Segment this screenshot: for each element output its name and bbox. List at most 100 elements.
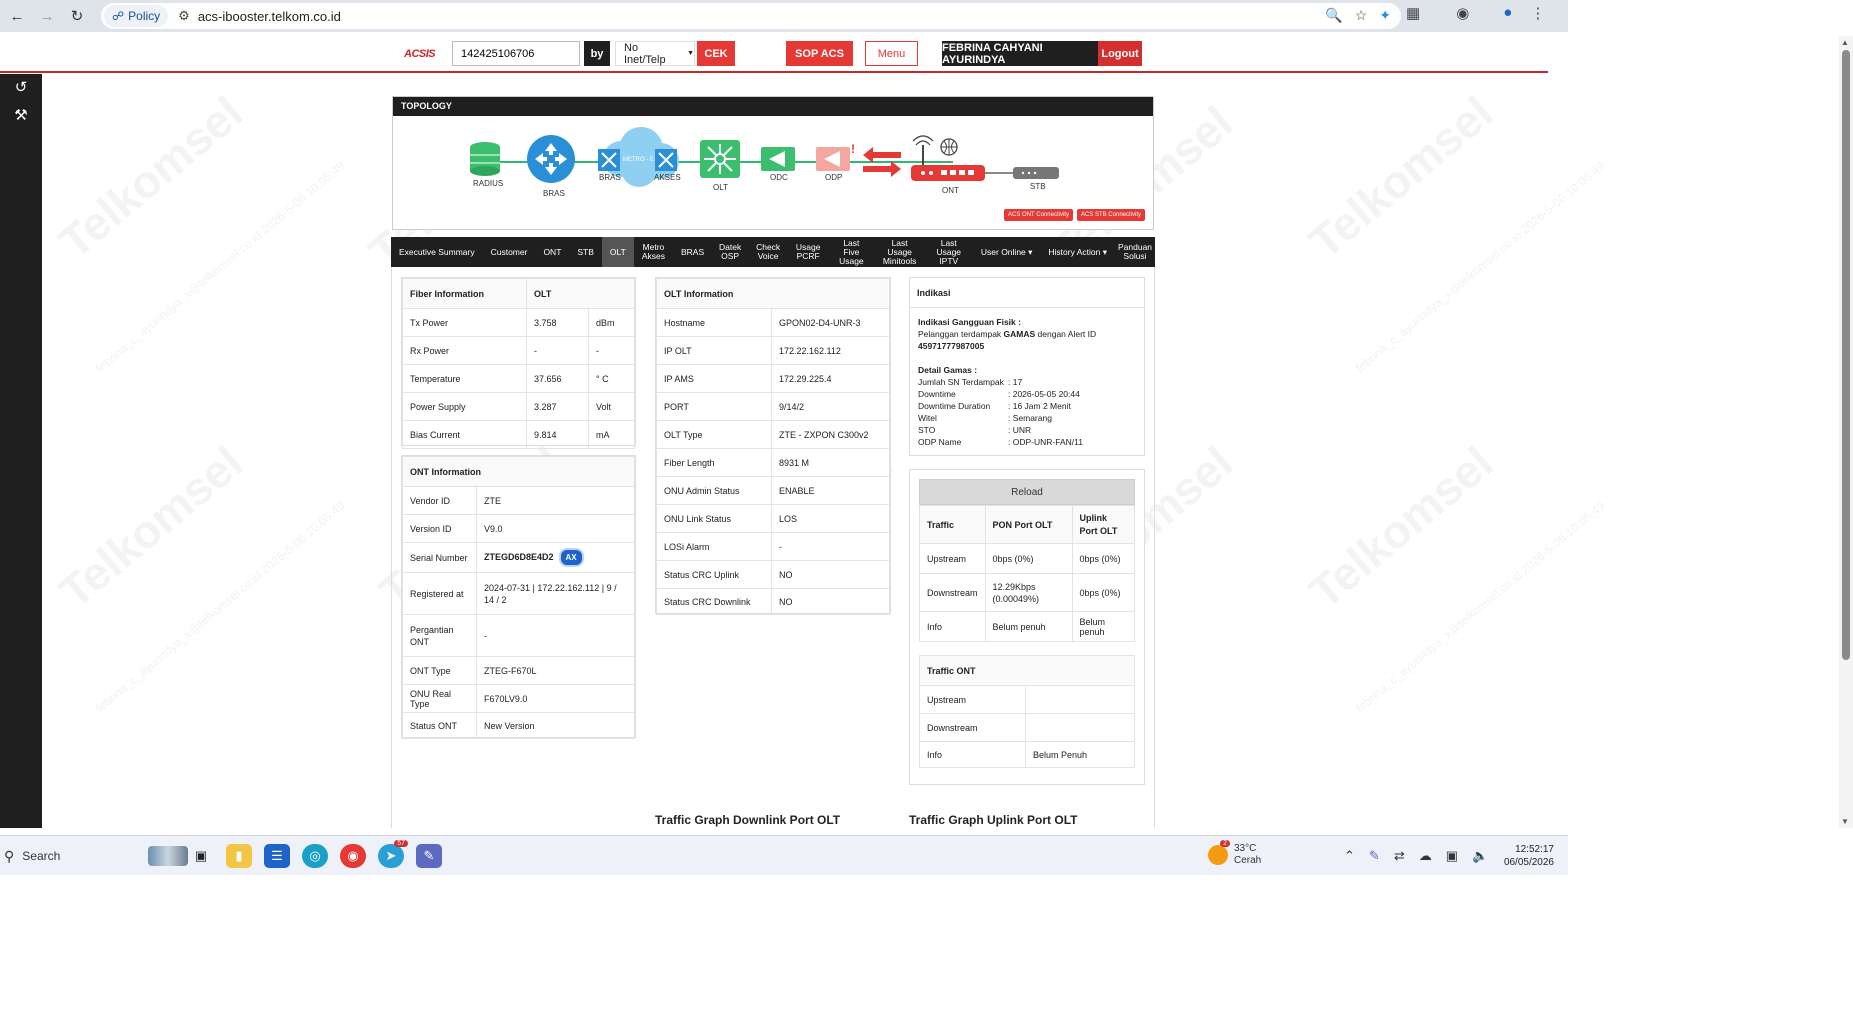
gangguan-line: Pelanggan terdampak GAMAS dengan Alert I…	[918, 329, 1097, 339]
watermark: Telkomsel	[1299, 435, 1503, 619]
traffic-ont-cell: Upstream	[919, 685, 1026, 714]
tab-usage-pcrf[interactable]: Usage PCRF	[788, 237, 828, 267]
ont-router-icon[interactable]	[911, 135, 985, 181]
menu-button[interactable]: Menu	[865, 41, 918, 66]
profile-icon[interactable]: ●	[1503, 4, 1512, 22]
fiber-value: 37.656	[526, 364, 589, 393]
olt-value: 9/14/2	[771, 392, 890, 421]
edge-browser-icon[interactable]: ◎	[302, 844, 328, 868]
bookmark-star-icon[interactable]: ☆	[1355, 7, 1368, 24]
profile-app-icon[interactable]: ✎	[416, 844, 442, 868]
wrench-icon[interactable]: ⚒	[0, 102, 42, 130]
traffic-cell: Belum penuh	[1071, 611, 1136, 642]
stb-icon[interactable]	[1013, 167, 1059, 179]
tab-check-voice[interactable]: Check Voice	[748, 237, 788, 267]
windows-taskbar: ⚲ Search ▣ ▮ ☰ ◎ ◉ ➤ 57 ✎ 2 33°C Cerah ⌃ …	[0, 835, 1568, 875]
tab-ont[interactable]: ONT	[535, 237, 569, 267]
clock[interactable]: 12:52:17 06/05/2026	[1496, 843, 1554, 869]
more-menu-icon[interactable]: ⋮	[1530, 4, 1545, 22]
scroll-up-icon[interactable]: ▲	[1841, 38, 1849, 47]
tab-olt[interactable]: OLT	[601, 237, 634, 267]
sop-acs-button[interactable]: SOP ACS	[786, 41, 853, 66]
telegram-icon[interactable]: ➤ 57	[378, 840, 408, 868]
reload-icon[interactable]: ↻	[62, 1, 92, 31]
chrome-browser-icon[interactable]: ◉	[340, 844, 366, 868]
volume-muted-icon[interactable]: 🔈	[1472, 848, 1488, 864]
search-icon: ⚲	[4, 847, 15, 864]
task-view-icon[interactable]: ▣	[188, 844, 214, 868]
tab-bar: Executive Summary Customer ONT STB OLT M…	[391, 237, 1155, 267]
olt-value: 172.22.162.112	[771, 336, 890, 365]
extensions-puzzle-icon[interactable]: ▦	[1406, 4, 1420, 22]
chevron-up-icon[interactable]: ⌃	[1344, 848, 1355, 864]
detail-gamas-title: Detail Gamas :	[918, 365, 978, 375]
traffic-ont-table: Traffic ONT Upstream Downstream Info Belu…	[919, 655, 1135, 768]
watermark-small: febrina_c_ayurindya_x@telkomsel.co.id 20…	[1352, 498, 1608, 716]
radius-icon[interactable]	[470, 142, 500, 176]
topology-diagram: RADIUS BRAS METRO - E BRAS AKSES OLT ODC…	[470, 127, 1059, 198]
tab-last-usage-minitools[interactable]: Last Usage Minitools	[875, 237, 925, 267]
by-label: by	[584, 41, 610, 66]
camera-icon[interactable]: ◉	[1456, 4, 1469, 22]
app-logo: ACSIS	[404, 48, 436, 60]
page-scrollbar[interactable]: ▲ ▼	[1839, 36, 1853, 828]
cloud-icon[interactable]: ☁	[1419, 848, 1432, 864]
reload-button[interactable]: Reload	[919, 479, 1135, 505]
olt-value: 8931 M	[771, 448, 890, 477]
notepad-icon[interactable]: ☰	[264, 844, 290, 868]
ont-label: Version ID	[402, 514, 477, 543]
search-type-select[interactable]: No Inet/Telp ▼	[615, 41, 695, 66]
file-explorer-icon[interactable]: ▮	[226, 844, 252, 868]
tab-datek-osp[interactable]: Datek OSP	[712, 237, 748, 267]
ont-label: Serial Number	[402, 542, 477, 573]
odp-icon[interactable]: !	[816, 142, 855, 171]
extension-icon[interactable]: ✦	[1379, 7, 1391, 24]
policy-chip[interactable]: ☍ Policy	[104, 5, 169, 27]
zoom-icon[interactable]: 🔍	[1325, 7, 1342, 24]
network-icon[interactable]: ▣	[1446, 848, 1458, 864]
tab-customer[interactable]: Customer	[483, 237, 536, 267]
tab-user-online[interactable]: User Online ▾	[973, 237, 1041, 267]
traffic-cell: Upstream	[919, 543, 986, 574]
undo-icon[interactable]: ↺	[0, 74, 42, 102]
olt-icon[interactable]	[700, 140, 740, 178]
search-input[interactable]	[452, 41, 580, 66]
tab-panduan-solusi[interactable]: Panduan Solusi	[1115, 237, 1155, 267]
weather-widget[interactable]: 2 33°C Cerah	[1208, 840, 1261, 867]
telegram-badge: 57	[394, 840, 408, 847]
tab-executive-summary[interactable]: Executive Summary	[391, 237, 483, 267]
node-label-odp: ODP	[825, 173, 842, 182]
ont-label: Vendor ID	[402, 486, 477, 515]
odc-icon[interactable]	[761, 147, 795, 171]
olt-value: ENABLE	[771, 476, 890, 505]
ont-label: Pergantian ONT	[402, 614, 477, 657]
traffic-ont-cell: Downstream	[919, 713, 1026, 742]
tab-last-usage-iptv[interactable]: Last Usage IPTV	[925, 237, 973, 267]
bras-router-icon[interactable]	[527, 135, 575, 183]
watermark: Telkomsel	[49, 85, 253, 269]
tab-history-action[interactable]: History Action ▾	[1040, 237, 1115, 267]
cek-button[interactable]: CEK	[697, 41, 735, 66]
scroll-down-icon[interactable]: ▼	[1841, 817, 1849, 826]
tab-stb[interactable]: STB	[569, 237, 602, 267]
address-bar[interactable]: ☍ Policy ⚙ acs-ibooster.telkom.co.id 🔍 ☆…	[101, 3, 1401, 29]
back-icon[interactable]: ←	[2, 1, 32, 31]
tab-last-five-usage[interactable]: Last Five Usage	[828, 237, 874, 267]
tab-bras[interactable]: BRAS	[673, 237, 712, 267]
logout-button[interactable]: Logout	[1098, 41, 1142, 66]
pen-icon[interactable]: ✎	[1369, 848, 1380, 864]
olt-label: IP AMS	[656, 364, 772, 393]
site-settings-icon[interactable]: ⚙	[178, 8, 190, 24]
sun-icon: 2	[1208, 840, 1230, 865]
traffic-ont-cell: Info	[919, 741, 1026, 768]
tab-metro-akses[interactable]: Metro Akses	[634, 237, 673, 267]
acs-ont-connectivity-button[interactable]: ACS ONT Connectivity	[1004, 209, 1073, 221]
scrollbar-thumb[interactable]	[1842, 50, 1850, 660]
forward-icon[interactable]: →	[32, 1, 62, 31]
sync-icon[interactable]: ⇄	[1394, 848, 1405, 864]
taskbar-search[interactable]: ⚲ Search	[4, 846, 189, 866]
acs-stb-connectivity-button[interactable]: ACS STB Connectivity	[1076, 209, 1145, 221]
olt-label: Status CRC Uplink	[656, 560, 772, 589]
ont-label: Registered at	[402, 572, 477, 615]
fiber-unit: -	[588, 336, 635, 365]
